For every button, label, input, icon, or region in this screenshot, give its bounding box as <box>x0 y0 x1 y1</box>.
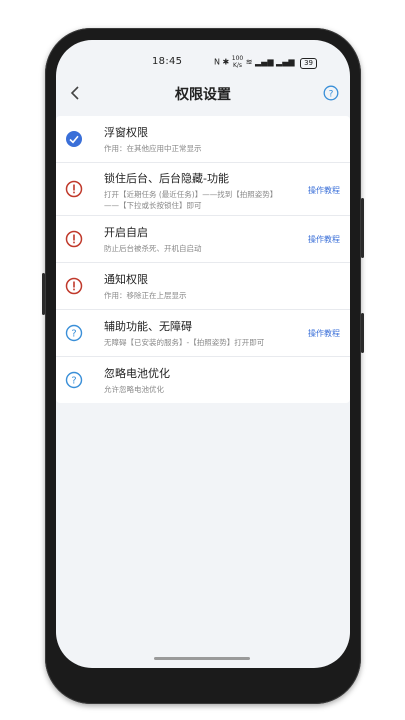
permission-title: 忽略电池优化 <box>104 367 170 380</box>
svg-text:?: ? <box>329 89 334 99</box>
home-indicator[interactable] <box>154 657 250 660</box>
permission-desc: 打开【近期任务 (最近任务)】——找到【拍照姿势】——【下拉或长按锁住】即可 <box>104 190 278 210</box>
permission-title: 辅助功能、无障碍 <box>104 320 192 333</box>
volume-button <box>42 273 45 315</box>
help-button[interactable]: ? <box>320 82 342 104</box>
permission-row-notification[interactable]: 通知权限 作用：移除正在上层显示 <box>56 263 350 310</box>
permission-desc: 作用：在其他应用中正常显示 <box>104 144 202 153</box>
permission-desc: 无障碍【已安装的服务】-【拍照姿势】打开即可 <box>104 338 265 347</box>
warning-circle-icon <box>65 180 83 198</box>
permission-title: 通知权限 <box>104 273 148 286</box>
permission-title: 锁住后台、后台隐藏-功能 <box>104 172 229 185</box>
permission-row-accessibility[interactable]: ? 辅助功能、无障碍 无障碍【已安装的服务】-【拍照姿势】打开即可 操作教程 <box>56 310 350 357</box>
page-title: 权限设置 <box>175 87 231 103</box>
svg-text:?: ? <box>71 329 76 340</box>
svg-text:?: ? <box>71 376 76 387</box>
header: 权限设置 ? <box>56 76 350 116</box>
tutorial-link[interactable]: 操作教程 <box>308 185 340 196</box>
permission-title: 浮窗权限 <box>104 126 148 139</box>
signal-icon: ▂▄▆ <box>276 57 295 67</box>
signal-icon: ▂▄▆ <box>255 57 274 67</box>
permission-desc: 作用：移除正在上层显示 <box>104 291 187 300</box>
nfc-icon: N <box>214 57 220 67</box>
bluetooth-icon: ✱ <box>222 57 230 67</box>
status-time: 18:45 <box>152 56 183 67</box>
permission-row-lock-background[interactable]: 锁住后台、后台隐藏-功能 打开【近期任务 (最近任务)】——找到【拍照姿势】——… <box>56 163 350 216</box>
side-button <box>361 313 364 353</box>
wifi-icon: ≋ <box>245 57 253 67</box>
screen: 18:45 N ✱ 100 K/s ≋ ▂▄▆ ▂▄▆ 39 权限设置 ? 浮窗… <box>56 40 350 668</box>
warning-circle-icon <box>65 230 83 248</box>
permission-list: 浮窗权限 作用：在其他应用中正常显示 锁住后台、后台隐藏-功能 打开【近期任务 … <box>56 116 350 403</box>
battery-indicator: 39 <box>300 57 317 69</box>
question-circle-icon: ? <box>323 85 339 101</box>
status-icons: N ✱ 100 K/s ≋ ▂▄▆ ▂▄▆ 39 <box>214 55 317 69</box>
net-speed: 100 K/s <box>231 55 244 69</box>
question-circle-icon: ? <box>65 324 83 342</box>
permission-row-overlay[interactable]: 浮窗权限 作用：在其他应用中正常显示 <box>56 116 350 163</box>
permission-title: 开启自启 <box>104 226 148 239</box>
power-button <box>361 198 364 258</box>
permission-desc: 防止后台被杀死、开机自启动 <box>104 244 202 253</box>
tutorial-link[interactable]: 操作教程 <box>308 328 340 339</box>
question-circle-icon: ? <box>65 371 83 389</box>
warning-circle-icon <box>65 277 83 295</box>
permission-row-battery[interactable]: ? 忽略电池优化 允许忽略电池优化 <box>56 357 350 403</box>
tutorial-link[interactable]: 操作教程 <box>308 234 340 245</box>
check-circle-icon <box>66 131 82 147</box>
permission-row-autostart[interactable]: 开启自启 防止后台被杀死、开机自启动 操作教程 <box>56 216 350 263</box>
permission-desc: 允许忽略电池优化 <box>104 385 164 394</box>
